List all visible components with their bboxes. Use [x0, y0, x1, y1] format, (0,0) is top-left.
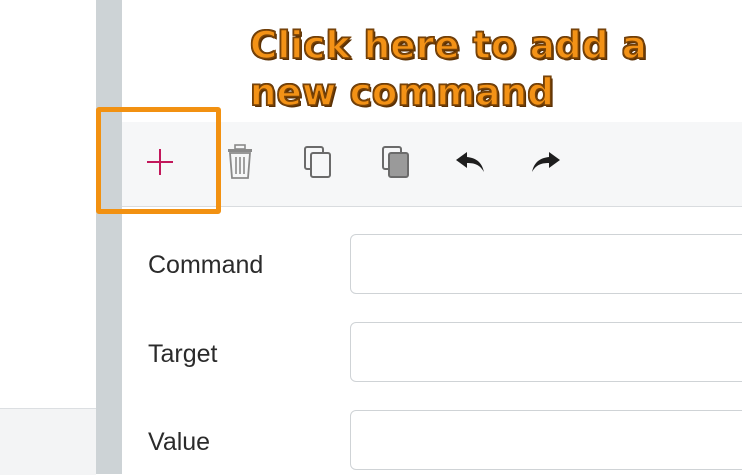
copy-icon — [304, 146, 331, 178]
delete-command-button[interactable] — [220, 142, 260, 182]
command-label: Command — [148, 251, 264, 279]
annotation-line-1: Click here to add a — [249, 23, 648, 68]
add-command-button[interactable] — [140, 142, 180, 182]
copy-command-button[interactable] — [298, 142, 338, 182]
left-panel-footer — [0, 408, 96, 475]
command-toolbar — [122, 122, 742, 207]
command-form: Command Target Value — [122, 207, 742, 474]
undo-arrow-icon — [456, 152, 484, 172]
value-input[interactable] — [350, 410, 742, 470]
paste-command-button[interactable] — [376, 142, 416, 182]
panel-divider — [96, 0, 122, 474]
left-panel — [0, 0, 96, 474]
annotation-line-2: new command — [249, 70, 555, 115]
annotation-callout: Click here to add a new command — [249, 22, 720, 116]
target-input[interactable] — [350, 322, 742, 382]
command-input[interactable] — [350, 234, 742, 294]
value-label: Value — [148, 428, 211, 456]
redo-arrow-icon — [532, 152, 560, 172]
plus-icon — [147, 149, 173, 175]
undo-button[interactable] — [450, 142, 490, 182]
redo-button[interactable] — [526, 142, 566, 182]
target-label: Target — [148, 340, 218, 368]
paste-icon — [382, 146, 409, 178]
trash-icon — [228, 144, 252, 179]
